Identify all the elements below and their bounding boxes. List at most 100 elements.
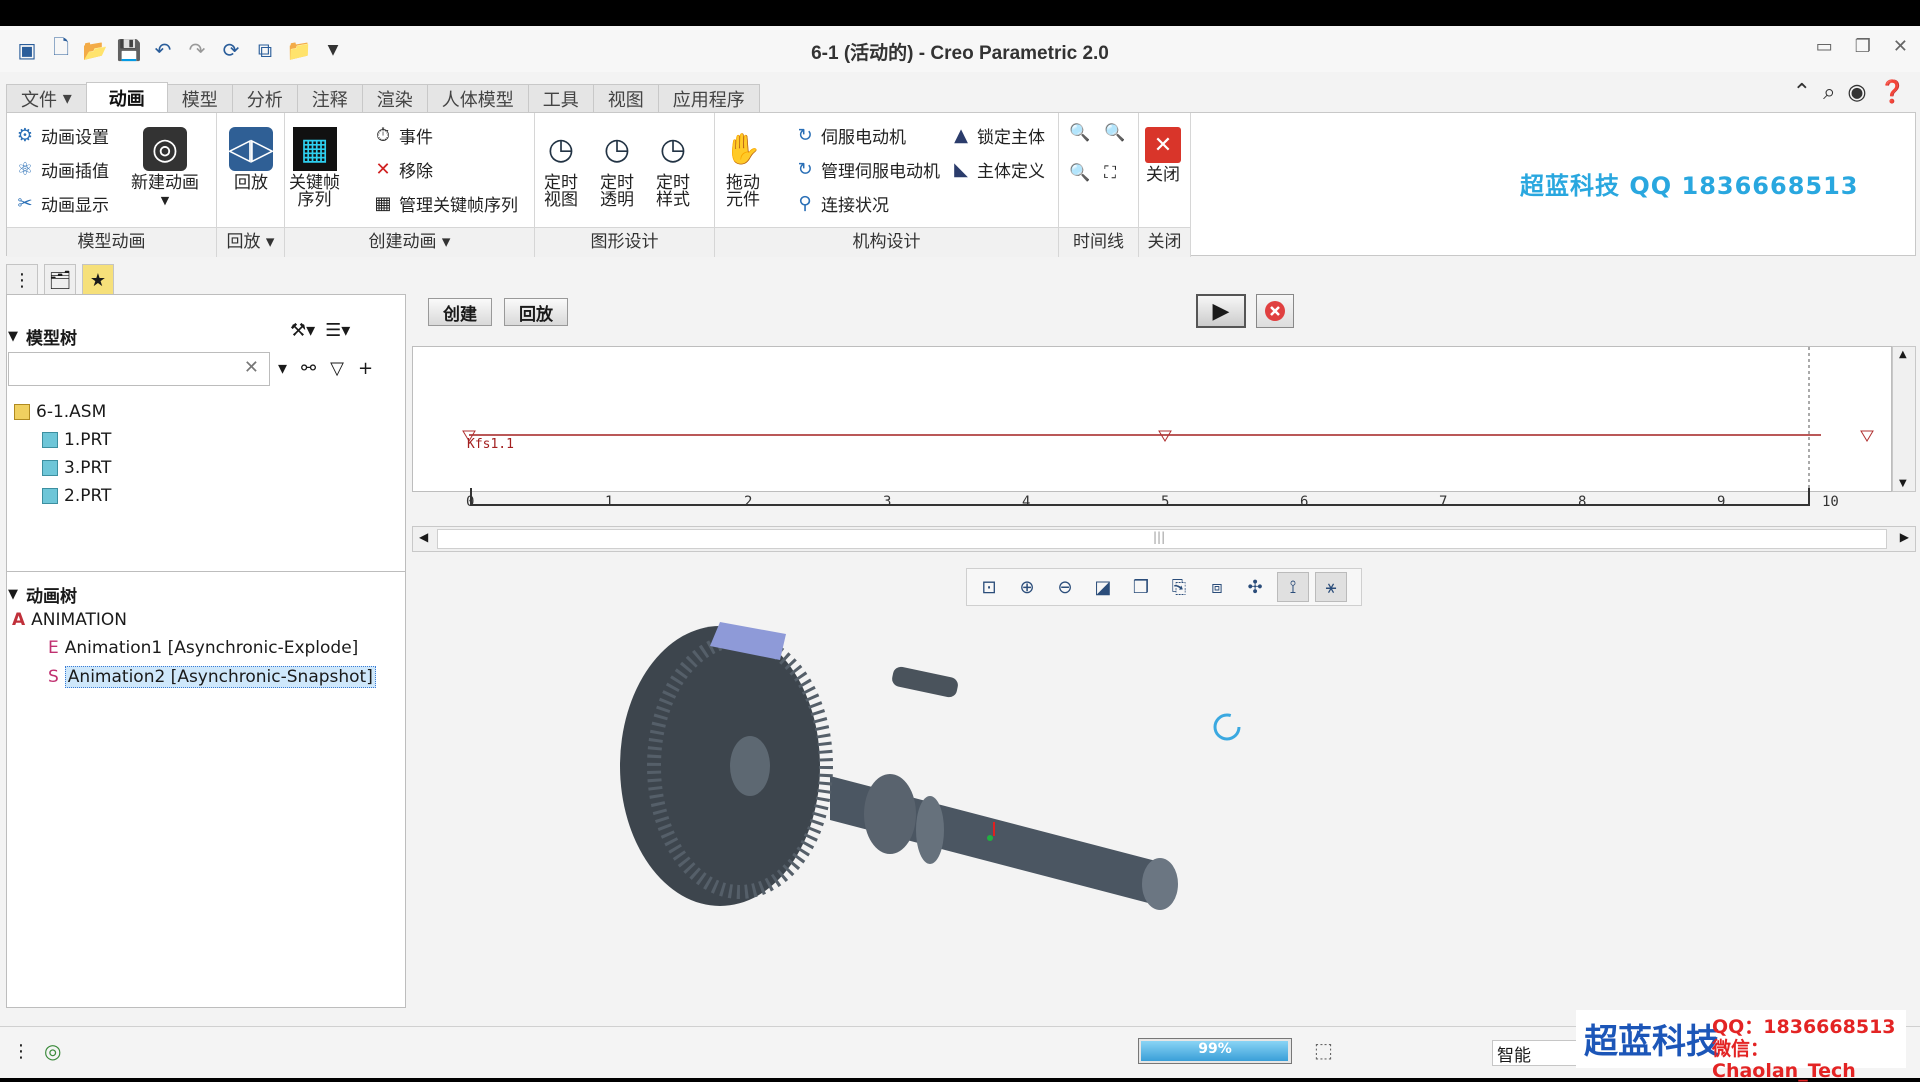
animation-tree-title: 动画树	[26, 587, 77, 607]
view-manager-icon[interactable]: ⧈	[1201, 572, 1233, 602]
event-button[interactable]: ⏱ 事件	[373, 123, 433, 148]
folder-browser-icon[interactable]: 🗂	[44, 264, 76, 296]
group-label-playback[interactable]: 回放 ▾	[217, 227, 284, 257]
new-animation-button[interactable]: ◎ 新建动画 ▼	[131, 127, 199, 209]
tab-view[interactable]: 视图	[592, 84, 659, 112]
playback-tab-button[interactable]: 回放	[504, 298, 568, 326]
animation-timeline[interactable]: Kfs1.1	[412, 346, 1892, 492]
group-label-create[interactable]: 创建动画 ▾	[285, 227, 534, 257]
connection-status-button[interactable]: ⚲ 连接状况	[795, 191, 889, 216]
explode-icon: E	[48, 638, 59, 658]
stop-button[interactable]	[1256, 294, 1294, 328]
group-label: 图形设计	[535, 227, 714, 257]
tab-render[interactable]: 渲染	[361, 84, 428, 112]
create-button[interactable]: 创建	[428, 298, 492, 326]
drag-component-button[interactable]: ✋ 拖动 元件	[721, 127, 765, 209]
keyframe-marker[interactable]	[1158, 430, 1172, 442]
ruler-tick-label: 3	[883, 494, 892, 510]
manage-keyframe-button[interactable]: ▦ 管理关键帧序列	[373, 191, 518, 216]
tree-columns-icon[interactable]: ☰▾	[325, 320, 350, 341]
play-button[interactable]: ▶	[1196, 294, 1246, 328]
tab-annotate[interactable]: 注释	[296, 84, 363, 112]
tree-item-animation-root[interactable]: A ANIMATION	[12, 610, 127, 630]
annotation-display-icon[interactable]: ⟟	[1277, 572, 1309, 602]
servo-motor-button[interactable]: ↻ 伺服电动机	[795, 123, 906, 148]
manage-servo-button[interactable]: ↻ 管理伺服电动机	[795, 157, 940, 182]
csys-origin	[987, 835, 993, 841]
progress-text: 99%	[1198, 1041, 1232, 1057]
saved-orientations-icon[interactable]: ⎘	[1163, 572, 1195, 602]
browser-toggle-icon[interactable]: ◎	[44, 1039, 61, 1063]
repaint-icon[interactable]: ◪	[1087, 572, 1119, 602]
search-input[interactable]: ✕	[8, 352, 270, 386]
gear[interactable]	[620, 626, 820, 906]
animation-interpolation-button[interactable]: ⚛ 动画插值	[15, 157, 109, 182]
animation-display-button[interactable]: ✂ 动画显示	[15, 191, 109, 216]
close-button[interactable]: ✕ 关闭	[1145, 127, 1181, 184]
tab-model[interactable]: 模型	[166, 84, 233, 112]
tab-file[interactable]: 文件 ▾	[6, 84, 87, 112]
zoom-reset-timeline-icon[interactable]: 🔍	[1069, 163, 1090, 183]
view-cube-icon[interactable]: ⬚	[1314, 1038, 1333, 1062]
navigator-toggle-icon[interactable]: ⋮	[12, 1041, 30, 1062]
zoom-out-timeline-icon[interactable]: 🔍	[1104, 123, 1125, 143]
timeline-horizontal-scrollbar[interactable]: ◀ ||| ▶	[412, 526, 1916, 552]
tab-applications[interactable]: 应用程序	[657, 84, 760, 112]
tab-animation[interactable]: 动画	[85, 82, 168, 112]
watermark-contact: QQ：1836668513 微信：Chaolan_Tech	[1712, 1016, 1906, 1082]
group-label: 模型动画	[7, 227, 216, 257]
ruler-tick-label: 5	[1161, 494, 1170, 510]
minimize-ribbon-icon[interactable]: ⌃	[1793, 80, 1811, 105]
tree-item-animation[interactable]: E Animation1 [Asynchronic-Explode]	[48, 638, 358, 658]
community-icon[interactable]: ◉	[1847, 80, 1866, 105]
search-dropdown-icon[interactable]: ▾	[278, 358, 287, 379]
tab-manikin[interactable]: 人体模型	[426, 84, 529, 112]
timed-transparency-button[interactable]: ◷ 定时 透明	[595, 127, 639, 209]
refit-icon[interactable]: ⊡	[973, 572, 1005, 602]
display-style-icon[interactable]: ❒	[1125, 572, 1157, 602]
binoculars-icon[interactable]: ⚯	[301, 358, 316, 379]
tree-item-part[interactable]: 2.PRT	[42, 486, 111, 506]
timeline-fit-icon[interactable]: ⛶	[1104, 163, 1116, 183]
tree-item-part[interactable]: 3.PRT	[42, 458, 111, 478]
restore-icon[interactable]: ❐	[1855, 36, 1871, 57]
model-viewport[interactable]	[600, 616, 1260, 936]
playback-button[interactable]: ◁▷ 回放	[228, 127, 274, 192]
spin-center-icon[interactable]: ⚹	[1315, 572, 1347, 602]
model-tree-header[interactable]: ▼ 模型树	[8, 324, 77, 349]
body-definition-button[interactable]: ◣ 主体定义	[951, 157, 1045, 182]
minimize-icon[interactable]: ▭	[1816, 36, 1833, 57]
timed-view-button[interactable]: ◷ 定时 视图	[539, 127, 583, 209]
key-part[interactable]	[891, 665, 960, 698]
help-icon[interactable]: ❓	[1879, 80, 1906, 105]
lock-body-button[interactable]: ▲ 锁定主体	[951, 123, 1045, 148]
scroll-thumb[interactable]: |||	[437, 529, 1887, 549]
tree-item-part[interactable]: 1.PRT	[42, 430, 111, 450]
animation-settings-button[interactable]: ⚙ 动画设置	[15, 123, 109, 148]
keyframe-icon: ▦	[292, 127, 337, 171]
datum-display-icon[interactable]: ✣	[1239, 572, 1271, 602]
timeline-vertical-scrollbar[interactable]: ▲ ▼	[1892, 346, 1916, 492]
tab-tools[interactable]: 工具	[527, 84, 594, 112]
clear-search-icon[interactable]: ✕	[244, 357, 259, 378]
zoom-in-icon[interactable]: ⊕	[1011, 572, 1043, 602]
keyframe-marker[interactable]	[1860, 430, 1874, 442]
playback-icon: ◁▷	[228, 127, 274, 171]
favorites-icon[interactable]: ★	[82, 264, 114, 296]
close-icon[interactable]: ✕	[1893, 36, 1908, 57]
add-icon[interactable]: +	[358, 358, 373, 379]
tab-analysis[interactable]: 分析	[231, 84, 298, 112]
timed-style-button[interactable]: ◷ 定时 样式	[651, 127, 695, 209]
animation-tree-header[interactable]: ▼ 动画树	[8, 582, 77, 607]
model-tree-tab-icon[interactable]: ⋮	[6, 264, 38, 296]
zoom-in-timeline-icon[interactable]: 🔍	[1069, 123, 1090, 143]
remove-button[interactable]: ✕ 移除	[373, 157, 433, 182]
tree-settings-icon[interactable]: ⚒▾	[290, 320, 315, 341]
zoom-out-icon[interactable]: ⊖	[1049, 572, 1081, 602]
search-icon[interactable]: ⌕	[1823, 80, 1835, 105]
tree-item-assembly[interactable]: 6-1.ASM	[14, 402, 106, 422]
keyframe-sequence-button[interactable]: ▦ 关键帧 序列	[289, 127, 340, 209]
filter-icon[interactable]: ▽	[330, 358, 344, 379]
tree-item-animation-selected[interactable]: S Animation2 [Asynchronic-Snapshot]	[48, 666, 376, 688]
window-title: 6-1 (活动的) - Creo Parametric 2.0	[811, 43, 1109, 64]
